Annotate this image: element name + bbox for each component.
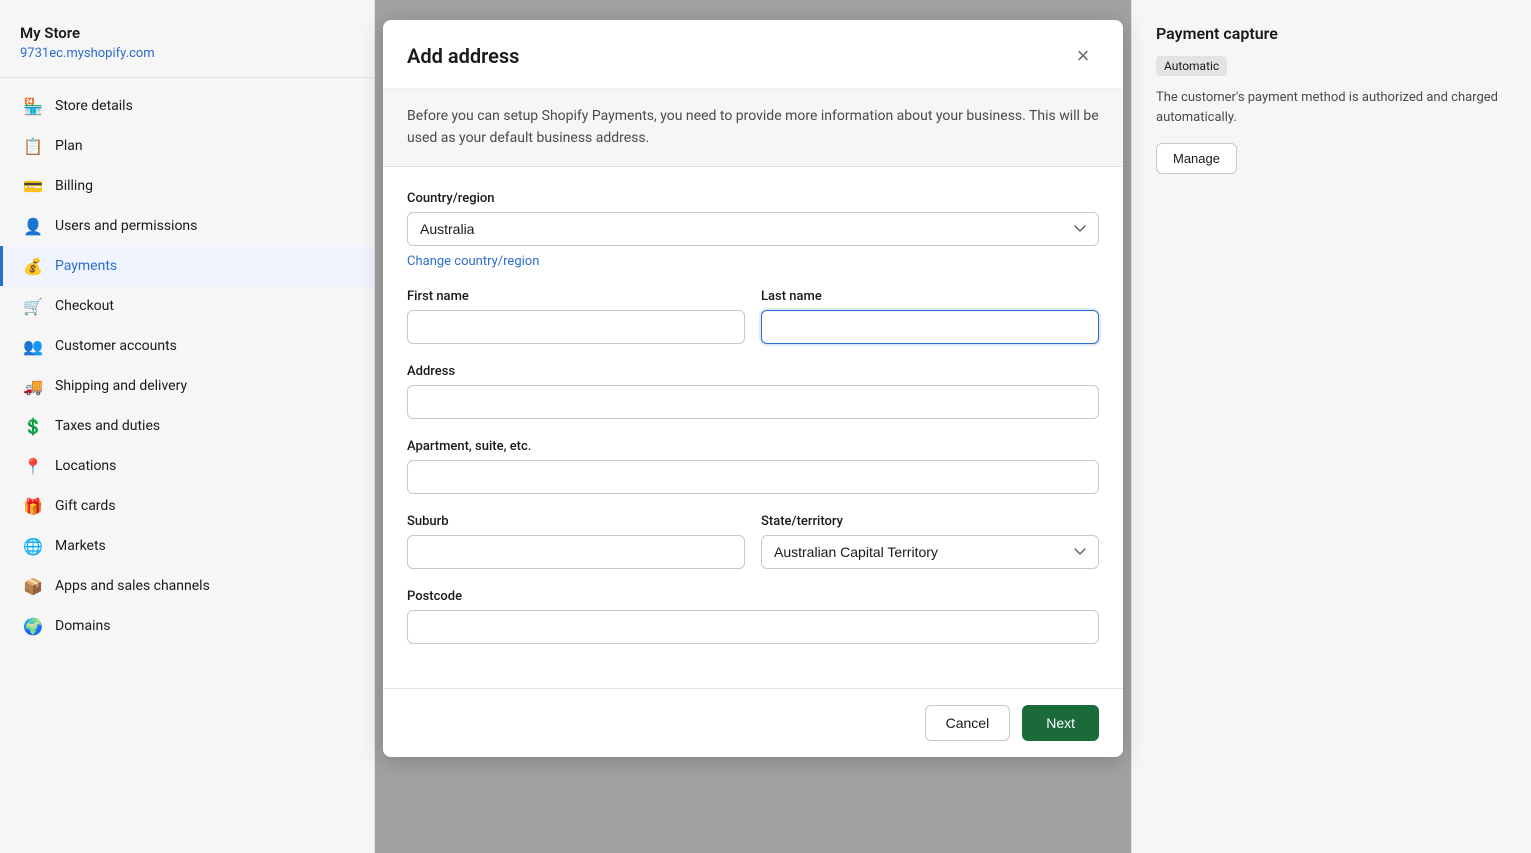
sidebar-item-label: Plan: [55, 138, 83, 154]
sidebar-item-taxes-duties[interactable]: 💲 Taxes and duties: [0, 406, 374, 446]
payment-capture-title: Payment capture: [1156, 24, 1507, 43]
billing-icon: 💳: [23, 176, 43, 196]
markets-icon: 🌐: [23, 536, 43, 556]
last-name-label: Last name: [761, 289, 1099, 304]
apps-icon: 📦: [23, 576, 43, 596]
sidebar-item-label: Markets: [55, 538, 106, 554]
modal-header: Add address ×: [383, 20, 1123, 89]
sidebar-item-label: Apps and sales channels: [55, 578, 210, 594]
country-select[interactable]: Australia: [407, 212, 1099, 246]
sidebar-item-label: Domains: [55, 618, 110, 634]
plan-icon: 📋: [23, 136, 43, 156]
sidebar: My Store 9731ec.myshopify.com 🏪 Store de…: [0, 0, 375, 853]
modal-footer: Cancel Next: [383, 688, 1123, 757]
apartment-group: Apartment, suite, etc.: [407, 439, 1099, 494]
sidebar-item-users-permissions[interactable]: 👤 Users and permissions: [0, 206, 374, 246]
country-region-group: Country/region Australia Change country/…: [407, 191, 1099, 269]
suburb-group: Suburb: [407, 514, 745, 569]
sidebar-item-label: Gift cards: [55, 498, 116, 514]
state-select[interactable]: Australian Capital Territory New South W…: [761, 535, 1099, 569]
capture-description: The customer's payment method is authori…: [1156, 88, 1507, 127]
first-name-label: First name: [407, 289, 745, 304]
sidebar-item-label: Store details: [55, 98, 133, 114]
right-panel: Payment capture Automatic The customer's…: [1131, 0, 1531, 853]
apartment-input[interactable]: [407, 460, 1099, 494]
suburb-label: Suburb: [407, 514, 745, 529]
modal-body: Before you can setup Shopify Payments, y…: [383, 89, 1123, 688]
sidebar-item-domains[interactable]: 🌍 Domains: [0, 606, 374, 646]
modal-form: Country/region Australia Change country/…: [383, 167, 1123, 688]
main-content: Add address × Before you can setup Shopi…: [375, 0, 1131, 853]
modal-close-button[interactable]: ×: [1067, 40, 1099, 72]
sidebar-item-label: Checkout: [55, 298, 114, 314]
postcode-input[interactable]: [407, 610, 1099, 644]
cancel-button[interactable]: Cancel: [925, 705, 1011, 741]
sidebar-item-markets[interactable]: 🌐 Markets: [0, 526, 374, 566]
sidebar-item-label: Payments: [55, 258, 117, 274]
sidebar-item-customer-accounts[interactable]: 👥 Customer accounts: [0, 326, 374, 366]
manage-button[interactable]: Manage: [1156, 143, 1237, 174]
first-name-input[interactable]: [407, 310, 745, 344]
sidebar-item-label: Customer accounts: [55, 338, 177, 354]
checkout-icon: 🛒: [23, 296, 43, 316]
suburb-state-row: Suburb State/territory Australian Capita…: [407, 514, 1099, 589]
store-info: My Store 9731ec.myshopify.com: [0, 16, 374, 78]
sidebar-item-shipping-delivery[interactable]: 🚚 Shipping and delivery: [0, 366, 374, 406]
taxes-icon: 💲: [23, 416, 43, 436]
automatic-badge: Automatic: [1156, 56, 1227, 76]
locations-icon: 📍: [23, 456, 43, 476]
last-name-group: Last name: [761, 289, 1099, 344]
state-label: State/territory: [761, 514, 1099, 529]
customer-accounts-icon: 👥: [23, 336, 43, 356]
address-group: Address: [407, 364, 1099, 419]
sidebar-item-apps-sales-channels[interactable]: 📦 Apps and sales channels: [0, 566, 374, 606]
sidebar-item-checkout[interactable]: 🛒 Checkout: [0, 286, 374, 326]
sidebar-item-label: Users and permissions: [55, 218, 197, 234]
payments-icon: 💰: [23, 256, 43, 276]
sidebar-item-label: Taxes and duties: [55, 418, 160, 434]
postcode-group: Postcode: [407, 589, 1099, 644]
sidebar-item-label: Billing: [55, 178, 93, 194]
shipping-icon: 🚚: [23, 376, 43, 396]
name-row: First name Last name: [407, 289, 1099, 364]
sidebar-item-label: Locations: [55, 458, 116, 474]
modal-info-text: Before you can setup Shopify Payments, y…: [407, 105, 1099, 150]
first-name-group: First name: [407, 289, 745, 344]
sidebar-item-plan[interactable]: 📋 Plan: [0, 126, 374, 166]
users-icon: 👤: [23, 216, 43, 236]
modal-title: Add address: [407, 44, 519, 68]
postcode-label: Postcode: [407, 589, 1099, 604]
sidebar-item-label: Shipping and delivery: [55, 378, 187, 394]
modal-overlay: Add address × Before you can setup Shopi…: [375, 0, 1131, 853]
sidebar-item-gift-cards[interactable]: 🎁 Gift cards: [0, 486, 374, 526]
change-country-link[interactable]: Change country/region: [407, 254, 539, 269]
sidebar-item-payments[interactable]: 💰 Payments: [0, 246, 374, 286]
sidebar-item-locations[interactable]: 📍 Locations: [0, 446, 374, 486]
address-label: Address: [407, 364, 1099, 379]
modal-info-bar: Before you can setup Shopify Payments, y…: [383, 89, 1123, 167]
country-label: Country/region: [407, 191, 1099, 206]
sidebar-item-billing[interactable]: 💳 Billing: [0, 166, 374, 206]
state-group: State/territory Australian Capital Terri…: [761, 514, 1099, 569]
store-details-icon: 🏪: [23, 96, 43, 116]
store-name: My Store: [20, 24, 354, 42]
last-name-input[interactable]: [761, 310, 1099, 344]
address-input[interactable]: [407, 385, 1099, 419]
add-address-modal: Add address × Before you can setup Shopi…: [383, 20, 1123, 757]
sidebar-item-store-details[interactable]: 🏪 Store details: [0, 86, 374, 126]
sidebar-nav: 🏪 Store details 📋 Plan 💳 Billing 👤 Users…: [0, 86, 374, 646]
gift-cards-icon: 🎁: [23, 496, 43, 516]
apartment-label: Apartment, suite, etc.: [407, 439, 1099, 454]
suburb-input[interactable]: [407, 535, 745, 569]
next-button[interactable]: Next: [1022, 705, 1099, 741]
store-url[interactable]: 9731ec.myshopify.com: [20, 46, 155, 61]
domains-icon: 🌍: [23, 616, 43, 636]
